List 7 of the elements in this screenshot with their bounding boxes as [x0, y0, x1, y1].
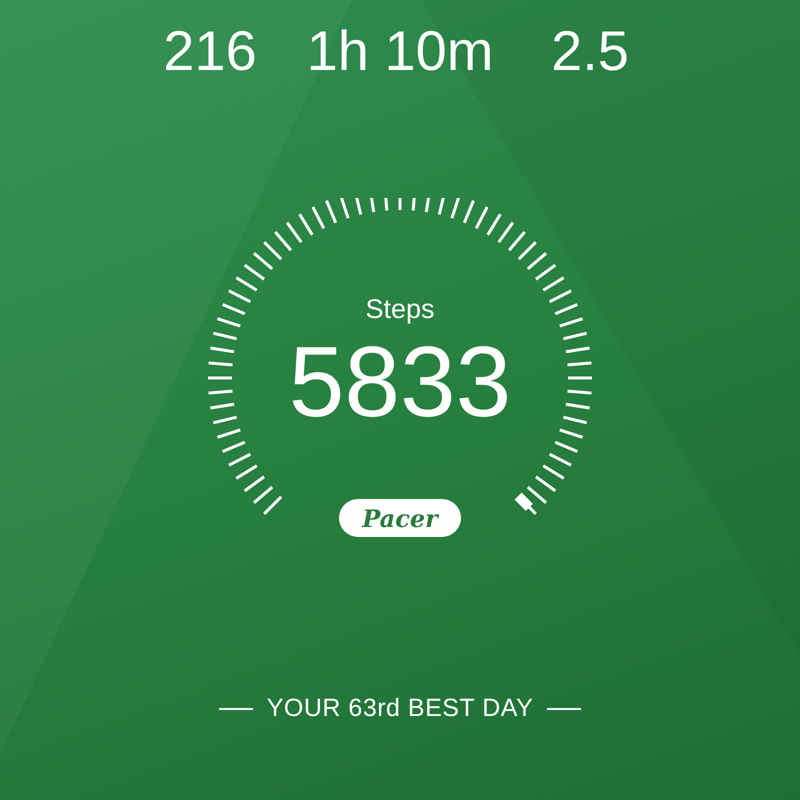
- stat-value: 216: [162, 18, 258, 84]
- pacer-logo: Pacer: [339, 499, 461, 537]
- steps-count: 5833: [288, 327, 512, 437]
- stat-value: 1h 10m: [306, 18, 494, 84]
- best-day-text: YOUR 63rd BEST DAY: [266, 694, 534, 723]
- steps-label: Steps: [365, 293, 435, 325]
- stat-value: 2.5: [550, 18, 630, 84]
